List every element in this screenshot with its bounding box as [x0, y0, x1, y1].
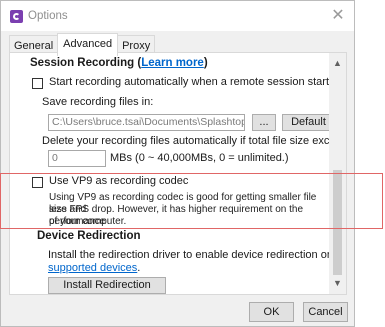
device-redirection-heading: Device Redirection — [37, 230, 141, 242]
section-heading-text: Session Recording ( — [30, 57, 142, 69]
supported-devices-period: . — [137, 262, 141, 274]
device-redirection-description: Install the redirection driver to enable… — [48, 249, 333, 261]
vp9-description-line-3: of your computer. — [49, 216, 127, 227]
size-limit-input[interactable]: 0 — [48, 150, 106, 167]
ok-button[interactable]: OK — [249, 302, 294, 322]
session-recording-heading: Session Recording (Learn more) — [30, 57, 208, 69]
heading-paren: ) — [203, 57, 208, 69]
learn-more-link[interactable]: Learn more — [141, 57, 204, 69]
chevron-down-icon[interactable]: ▼ — [329, 275, 346, 292]
default-button[interactable]: Default — [282, 114, 335, 131]
vertical-scrollbar[interactable]: ▲ ▼ — [329, 53, 346, 294]
supported-devices-line: supported devices. — [48, 262, 140, 274]
auto-record-checkbox[interactable] — [32, 78, 43, 89]
save-path-input[interactable]: C:\Users\bruce.tsai\Documents\Splashtop … — [48, 114, 245, 131]
title-bar: Options ✕ — [1, 1, 354, 31]
size-limit-hint: MBs (0 ~ 40,000MBs, 0 = unlimited.) — [110, 152, 289, 164]
scroll-content: Session Recording (Learn more) Start rec… — [10, 53, 346, 294]
vp9-checkbox[interactable] — [32, 177, 43, 188]
auto-record-label: Start recording automatically when a rem… — [49, 76, 335, 88]
save-location-label: Save recording files in: — [42, 96, 154, 108]
window-title: Options — [28, 10, 68, 22]
scrollbar-thumb[interactable] — [333, 170, 342, 275]
install-redirection-driver-button[interactable]: Install Redirection Driver — [48, 277, 166, 294]
app-icon — [10, 10, 23, 23]
tab-advanced[interactable]: Advanced — [57, 33, 119, 56]
chevron-up-icon[interactable]: ▲ — [329, 55, 346, 72]
cancel-button[interactable]: Cancel — [303, 302, 348, 322]
close-button[interactable]: ✕ — [326, 6, 350, 26]
supported-devices-link[interactable]: supported devices — [48, 262, 137, 274]
tab-bar: General Advanced Proxy — [9, 33, 156, 56]
browse-button[interactable]: ... — [252, 114, 276, 131]
auto-delete-label: Delete your recording files automaticall… — [42, 135, 347, 147]
advanced-panel: Session Recording (Learn more) Start rec… — [9, 52, 347, 295]
options-dialog: Options ✕ General Advanced Proxy Session… — [0, 0, 355, 327]
vp9-label: Use VP9 as recording codec — [49, 175, 189, 187]
